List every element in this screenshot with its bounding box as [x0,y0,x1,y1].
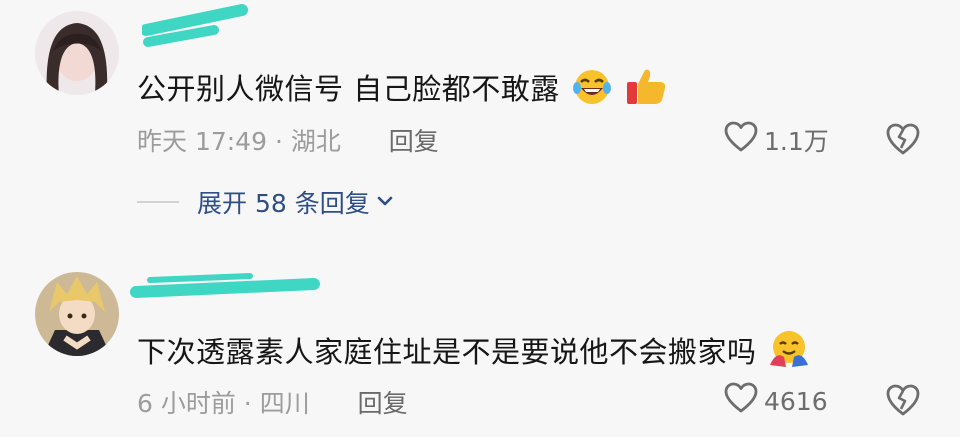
comment-text-content: 公开别人微信号 自己脸都不敢露 [137,72,560,106]
broken-heart-icon [885,123,921,160]
hugging-emoji [768,329,810,376]
reply-button[interactable]: 回复 [358,389,408,418]
username-redaction [140,0,252,52]
dislike-button[interactable] [885,122,921,160]
time-location: 6 小时前 · 四川 [137,389,310,418]
like-button[interactable]: 4616 [724,382,828,420]
expand-replies-button[interactable]: 展开 58 条回复 [137,184,394,220]
time-location: 昨天 17:49 · 湖北 [137,127,341,156]
dislike-button[interactable] [885,383,921,421]
reply-button[interactable]: 回复 [389,127,439,156]
expand-replies-label: 展开 58 条回复 [197,189,370,218]
broken-heart-icon [885,384,921,421]
like-button[interactable]: 1.1万 [724,121,829,159]
avatar[interactable] [35,272,119,356]
heart-icon [724,382,758,420]
comment-text: 公开别人微信号 自己脸都不敢露 [137,66,667,113]
divider-line [137,201,179,203]
comment-item: 公开别人微信号 自己脸都不敢露 昨天 17:49 · 湖北 回复 1.1万 展开… [0,0,960,240]
thumbs-up-emoji [625,66,667,113]
like-count: 1.1万 [764,127,829,156]
rolling-laughing-emoji [571,68,613,113]
username-redaction [130,266,320,300]
chevron-down-icon [376,193,394,212]
comment-meta: 昨天 17:49 · 湖北 回复 [137,122,439,158]
heart-icon [724,121,758,159]
comment-text-content: 下次透露素人家庭住址是不是要说他不会搬家吗 [137,335,757,369]
avatar[interactable] [35,11,119,95]
comment-text: 下次透露素人家庭住址是不是要说他不会搬家吗 [137,329,810,376]
comment-meta: 6 小时前 · 四川 回复 [137,384,408,420]
like-count: 4616 [764,386,828,416]
comment-item: 下次透露素人家庭住址是不是要说他不会搬家吗 6 小时前 · 四川 回复 4616 [0,262,960,437]
